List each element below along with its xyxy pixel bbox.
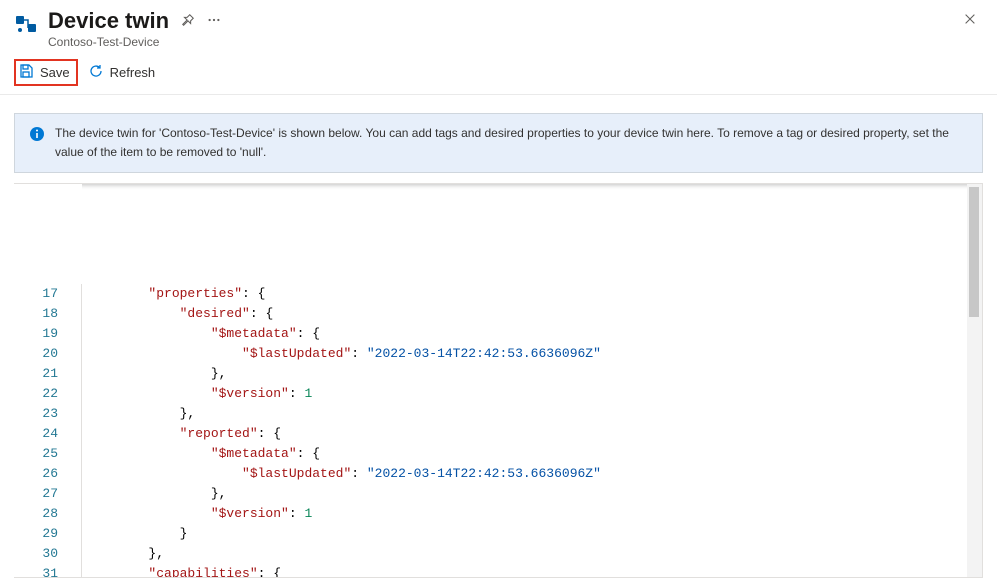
save-button[interactable]: Save xyxy=(14,59,78,86)
code-line[interactable]: 31 "capabilities": { xyxy=(14,564,982,578)
save-label: Save xyxy=(40,65,70,80)
line-number: 31 xyxy=(14,564,68,578)
line-number: 23 xyxy=(14,404,68,424)
save-icon xyxy=(18,63,34,82)
pin-icon[interactable] xyxy=(181,13,195,30)
page-title: Device twin xyxy=(48,8,169,34)
code-line[interactable]: 20 "$lastUpdated": "2022-03-14T22:42:53.… xyxy=(14,344,982,364)
line-number: 26 xyxy=(14,464,68,484)
toolbar: Save Refresh xyxy=(0,55,997,95)
code-line[interactable]: 25 "$metadata": { xyxy=(14,444,982,464)
refresh-label: Refresh xyxy=(110,65,156,80)
line-number: 29 xyxy=(14,524,68,544)
more-icon[interactable] xyxy=(207,13,221,30)
code-line[interactable]: 19 "$metadata": { xyxy=(14,324,982,344)
info-icon xyxy=(29,126,45,148)
code-line[interactable]: 22 "$version": 1 xyxy=(14,384,982,404)
line-number: 19 xyxy=(14,324,68,344)
line-number: 24 xyxy=(14,424,68,444)
line-number: 25 xyxy=(14,444,68,464)
code-line[interactable]: 29 } xyxy=(14,524,982,544)
page-header: Device twin Contoso-Test-Device xyxy=(0,0,997,55)
code-line[interactable]: 23 }, xyxy=(14,404,982,424)
line-number: 17 xyxy=(14,284,68,304)
code-line[interactable]: 24 "reported": { xyxy=(14,424,982,444)
refresh-button[interactable]: Refresh xyxy=(84,59,164,86)
code-editor[interactable]: 17 "properties": {18 "desired": {19 "$me… xyxy=(14,183,983,578)
code-line[interactable]: 26 "$lastUpdated": "2022-03-14T22:42:53.… xyxy=(14,464,982,484)
line-number: 30 xyxy=(14,544,68,564)
line-number: 18 xyxy=(14,304,68,324)
device-twin-icon xyxy=(14,12,38,36)
line-number: 21 xyxy=(14,364,68,384)
page-subtitle: Contoso-Test-Device xyxy=(48,35,949,49)
code-line[interactable]: 30 }, xyxy=(14,544,982,564)
code-line[interactable]: 21 }, xyxy=(14,364,982,384)
line-number: 20 xyxy=(14,344,68,364)
code-line[interactable]: 17 "properties": { xyxy=(14,284,982,304)
info-text: The device twin for 'Contoso-Test-Device… xyxy=(55,124,968,162)
line-number: 27 xyxy=(14,484,68,504)
code-line[interactable]: 28 "$version": 1 xyxy=(14,504,982,524)
line-number: 22 xyxy=(14,384,68,404)
line-number: 28 xyxy=(14,504,68,524)
code-line[interactable]: 27 }, xyxy=(14,484,982,504)
close-button[interactable] xyxy=(959,8,981,35)
refresh-icon xyxy=(88,63,104,82)
info-banner: The device twin for 'Contoso-Test-Device… xyxy=(14,113,983,173)
code-line[interactable]: 18 "desired": { xyxy=(14,304,982,324)
